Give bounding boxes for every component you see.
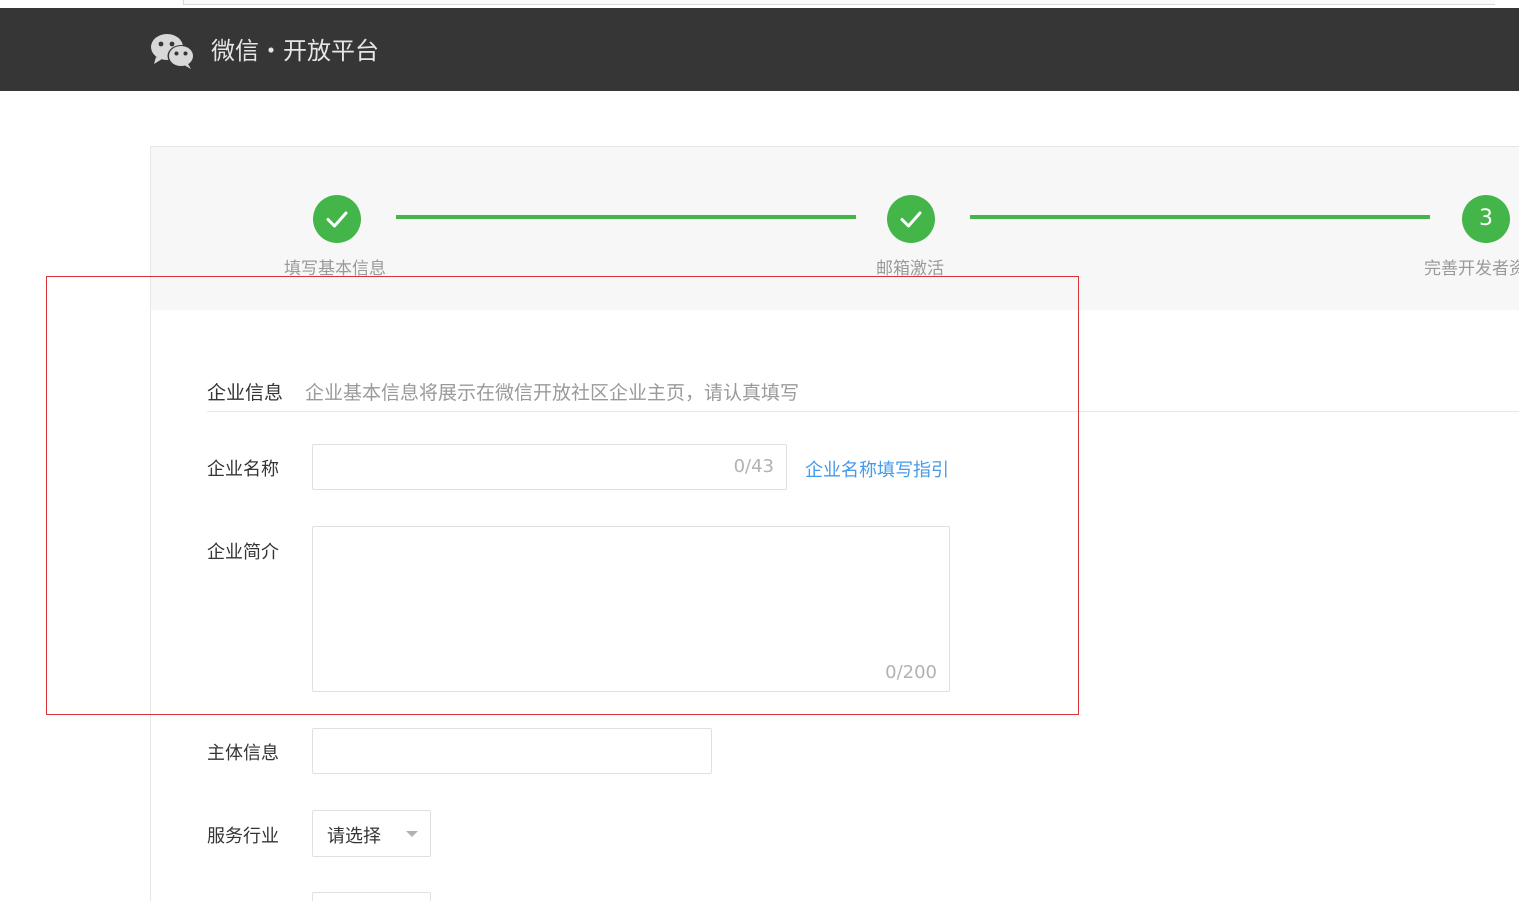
check-icon [326,211,348,228]
company-name-input[interactable]: 0/43 [312,444,787,490]
company-intro-label: 企业简介 [207,542,279,563]
company-intro-textarea[interactable]: 0/200 [312,526,950,692]
section-description: 企业基本信息将展示在微信开放社区企业主页，请认真填写 [305,382,800,404]
service-industry-selected: 请选择 [327,826,381,847]
step-3-label: 完善开发者资 [1424,259,1519,279]
company-name-counter: 0/43 [733,456,774,477]
browser-top-strip [0,0,1519,8]
check-icon [900,211,922,228]
browser-tab-edge [183,0,1495,5]
company-name-guide-link[interactable]: 企业名称填写指引 [805,456,949,482]
top-header: 微信・开放平台 [0,8,1519,91]
section-title: 企业信息 [207,382,284,404]
platform-brand-title[interactable]: 微信・开放平台 [211,34,379,68]
step-connector-2 [970,215,1430,219]
subject-info-label: 主体信息 [207,743,279,764]
subject-info-input[interactable] [312,728,712,774]
step-2-done-badge [887,195,935,243]
chevron-down-icon [406,831,418,837]
wechat-logo-icon[interactable] [150,32,196,70]
step-connector-1 [396,215,856,219]
registration-card: 填写基本信息 邮箱激活 3 完善开发者资 企业信息 企业基本信息将展示在微信开放… [150,146,1519,901]
step-1-done-badge [313,195,361,243]
service-industry-label: 服务行业 [207,826,279,847]
step-1-label: 填写基本信息 [284,259,386,279]
next-field-select[interactable] [312,892,431,901]
company-intro-counter: 0/200 [885,662,937,683]
company-name-label: 企业名称 [207,459,279,480]
step-2-label: 邮箱激活 [876,259,944,279]
service-industry-select[interactable]: 请选择 [312,810,431,857]
progress-steps: 填写基本信息 邮箱激活 3 完善开发者资 [151,147,1519,310]
step-3-current-badge: 3 [1462,195,1510,243]
section-header: 企业信息 企业基本信息将展示在微信开放社区企业主页，请认真填写 [207,375,1519,412]
